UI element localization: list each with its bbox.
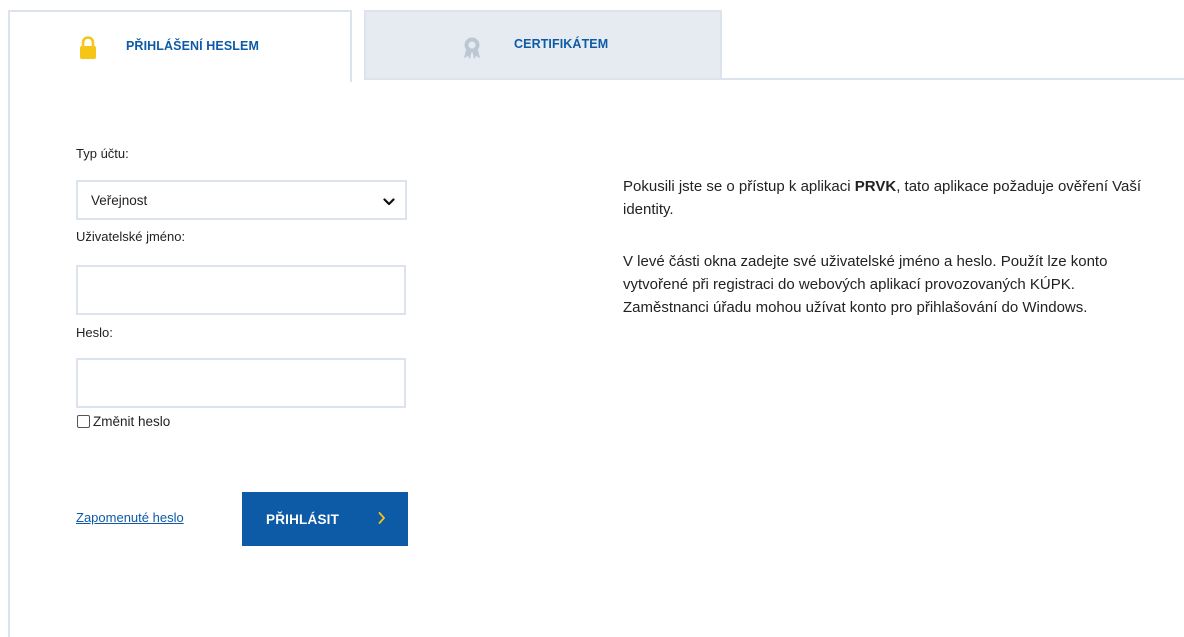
app-name: PRVK bbox=[854, 178, 897, 195]
account-type-value: Veřejnost bbox=[91, 192, 148, 208]
info-paragraph-1: Pokusili jste se o přístup k aplikaci PR… bbox=[623, 175, 1143, 221]
tab-password-login[interactable]: PŘIHLÁŠENÍ HESLEM bbox=[8, 10, 352, 82]
username-label: Uživatelské jméno: bbox=[76, 229, 186, 244]
account-type-label: Typ účtu: bbox=[76, 146, 129, 161]
login-button[interactable]: PŘIHLÁSIT bbox=[242, 492, 408, 546]
username-input[interactable] bbox=[76, 265, 406, 315]
chevron-right-icon bbox=[378, 511, 386, 530]
change-password-row: Změnit heslo bbox=[77, 414, 170, 429]
chevron-down-icon bbox=[383, 195, 395, 210]
password-label: Heslo: bbox=[76, 325, 113, 340]
lock-icon bbox=[79, 36, 97, 65]
change-password-label[interactable]: Změnit heslo bbox=[93, 414, 170, 429]
login-button-label: PŘIHLÁSIT bbox=[266, 511, 340, 527]
forgot-password-link[interactable]: Zapomenuté heslo bbox=[76, 510, 184, 525]
tab-rail-divider bbox=[722, 78, 1184, 80]
info-paragraph-2: V levé části okna zadejte své uživatelsk… bbox=[623, 253, 1108, 316]
account-type-select[interactable]: Veřejnost bbox=[76, 180, 407, 220]
panel-left-border bbox=[8, 80, 10, 637]
tab-certificate-login[interactable]: CERTIFIKÁTEM bbox=[364, 10, 722, 80]
tab-password-login-label: PŘIHLÁŠENÍ HESLEM bbox=[126, 39, 259, 53]
password-input[interactable] bbox=[76, 358, 406, 408]
info-text-1a: Pokusili jste se o přístup k aplikaci bbox=[623, 178, 855, 195]
certificate-icon bbox=[462, 36, 482, 65]
tab-certificate-login-label: CERTIFIKÁTEM bbox=[514, 37, 609, 51]
change-password-checkbox[interactable] bbox=[77, 415, 90, 428]
